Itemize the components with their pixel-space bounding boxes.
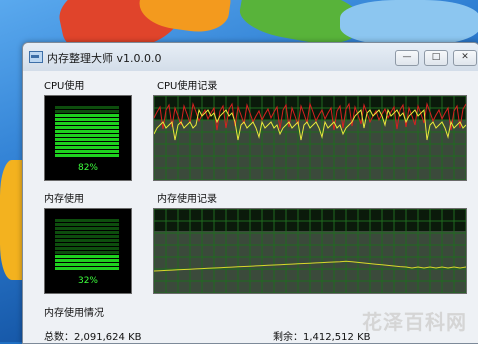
cpu-usage-label: CPU使用	[44, 81, 85, 92]
gauge-segment	[55, 122, 119, 125]
minimize-button[interactable]: —	[395, 50, 419, 66]
maximize-button[interactable]: □	[424, 50, 448, 66]
gauge-segment	[55, 110, 119, 113]
gauge-segment	[55, 259, 119, 262]
gauge-segment	[55, 243, 119, 246]
gauge-segment	[55, 114, 119, 117]
memory-history-graph	[153, 208, 467, 294]
window-title: 内存整理大师 v1.0.0.0	[47, 52, 162, 65]
app-icon	[29, 51, 43, 63]
gauge-segment	[55, 263, 119, 266]
cpu-usage-gauge: 82%	[44, 95, 132, 181]
memory-usage-label: 内存使用	[44, 194, 84, 205]
gauge-segment	[55, 255, 119, 258]
cpu-gauge-bars	[55, 106, 119, 158]
memory-gauge-bars	[55, 219, 119, 271]
cpu-history-label: CPU使用记录	[157, 81, 218, 92]
memory-total-text: 总数：2,091,624 KB	[44, 332, 142, 343]
gauge-segment	[55, 126, 119, 129]
cpu-history-plot	[154, 96, 466, 180]
gauge-segment	[55, 138, 119, 141]
gauge-segment	[55, 118, 119, 121]
app-window: 内存整理大师 v1.0.0.0 — □ ✕ CPU使用 CPU使用记录 82% …	[22, 42, 478, 344]
gauge-segment	[55, 130, 119, 133]
close-button[interactable]: ✕	[453, 50, 477, 66]
site-watermark: 花泽百科网	[362, 310, 467, 334]
gauge-segment	[55, 235, 119, 238]
cpu-history-graph	[153, 95, 467, 181]
gauge-segment	[55, 251, 119, 254]
gauge-segment	[55, 227, 119, 230]
gauge-segment	[55, 239, 119, 242]
gauge-segment	[55, 231, 119, 234]
gauge-segment	[55, 223, 119, 226]
gauge-segment	[55, 247, 119, 250]
cpu-usage-percent: 82%	[77, 163, 98, 173]
memory-info-section-label: 内存使用情况	[44, 308, 104, 319]
memory-usage-gauge: 32%	[44, 208, 132, 294]
gauge-segment	[55, 219, 119, 222]
wallpaper-shape	[340, 0, 478, 45]
memory-usage-percent: 32%	[77, 276, 98, 286]
gauge-segment	[55, 146, 119, 149]
gauge-segment	[55, 134, 119, 137]
gauge-segment	[55, 150, 119, 153]
gauge-segment	[55, 267, 119, 270]
memory-free-text: 剩余：1,412,512 KB	[273, 332, 371, 343]
title-bar[interactable]: 内存整理大师 v1.0.0.0 — □ ✕	[23, 43, 478, 71]
memory-history-plot	[154, 209, 466, 293]
gauge-segment	[55, 154, 119, 157]
gauge-segment	[55, 106, 119, 109]
memory-history-label: 内存使用记录	[157, 194, 217, 205]
gauge-segment	[55, 142, 119, 145]
